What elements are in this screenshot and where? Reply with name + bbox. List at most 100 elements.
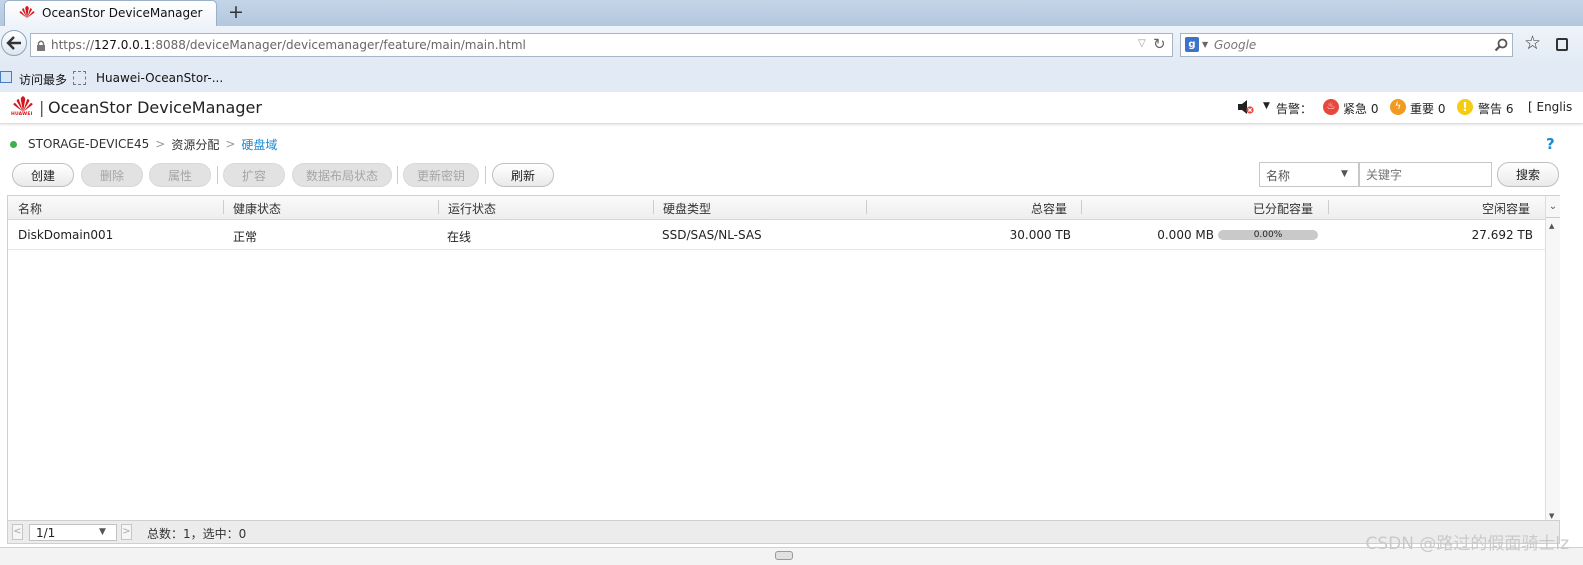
alarm-urgent[interactable]: 紧急 0 <box>1343 100 1378 117</box>
keyword-search-input[interactable] <box>1359 162 1492 187</box>
breadcrumb-chevron-icon: > <box>155 137 166 151</box>
filter-field-select[interactable]: 名称 ▼ <box>1259 162 1359 187</box>
new-tab-button[interactable]: + <box>228 1 244 23</box>
bookmarks-bar: 访问最多 Huawei-OceanStor-... <box>0 66 1583 93</box>
title-separator: | <box>39 98 45 117</box>
bookmarks-menu-icon[interactable] <box>1556 38 1568 51</box>
chevron-down-icon: ▼ <box>1341 169 1348 179</box>
column-chooser-icon[interactable]: ⌄ <box>1546 197 1560 218</box>
column-divider[interactable] <box>1081 200 1082 214</box>
huawei-flower-icon <box>13 96 33 112</box>
create-button[interactable]: 创建 <box>12 163 74 187</box>
column-health-status[interactable]: 健康状态 <box>233 200 281 217</box>
url-text: https://127.0.0.1:8088/deviceManager/dev… <box>51 38 526 52</box>
major-icon: ϟ <box>1390 99 1406 115</box>
update-key-button[interactable]: 更新密钥 <box>403 163 479 187</box>
page-select-value: 1/1 <box>36 526 56 540</box>
bookmark-most-visited[interactable]: 访问最多 <box>19 71 67 88</box>
warning-icon: ! <box>1457 99 1473 115</box>
toolbar-divider <box>485 166 486 184</box>
table-header: 名称 健康状态 运行状态 硬盘类型 总容量 已分配容量 空闲容量 <box>8 196 1545 220</box>
alarm-warning[interactable]: 警告 6 <box>1478 100 1513 117</box>
filter-field-value: 名称 <box>1266 169 1291 183</box>
help-icon[interactable]: ? <box>1546 135 1555 153</box>
url-dropdown-icon[interactable]: ▽ <box>1138 38 1146 49</box>
table-vertical-scrollbar[interactable]: ⌄ ▲ ▼ <box>1545 196 1560 525</box>
column-divider[interactable] <box>866 200 867 214</box>
page-bookmark-icon <box>73 71 86 85</box>
column-divider[interactable] <box>653 200 654 214</box>
toolbar-divider <box>397 166 398 184</box>
breadcrumb: STORAGE-DEVICE45 > 资源分配 > 硬盘域 <box>0 134 277 154</box>
table-row[interactable]: DiskDomain001 正常 在线 SSD/SAS/NL-SAS 30.00… <box>8 220 1545 250</box>
breadcrumb-resource-allocation[interactable]: 资源分配 <box>171 136 219 153</box>
scroll-down-icon[interactable]: ▼ <box>1549 512 1554 520</box>
app-title: OceanStor DeviceManager <box>48 98 262 117</box>
expand-button[interactable]: 扩容 <box>223 163 285 187</box>
address-bar[interactable]: https://127.0.0.1:8088/deviceManager/dev… <box>30 33 1173 57</box>
search-bar[interactable]: g ▼ Google <box>1180 33 1513 57</box>
tab-title: OceanStor DeviceManager <box>42 6 203 20</box>
url-prefix: https:// <box>51 38 95 52</box>
google-engine-icon[interactable]: g <box>1185 37 1199 52</box>
breadcrumb-device[interactable]: STORAGE-DEVICE45 <box>28 137 149 151</box>
properties-button[interactable]: 属性 <box>149 163 211 187</box>
allocated-progress-bar: 0.00% <box>1218 230 1318 240</box>
engine-dropdown-icon[interactable]: ▼ <box>1202 40 1208 49</box>
cell-allocated-capacity: 0.000 MB <box>1157 228 1214 242</box>
column-name[interactable]: 名称 <box>18 200 42 217</box>
delete-button[interactable]: 删除 <box>81 163 143 187</box>
cell-running-status: 在线 <box>447 230 472 244</box>
column-free-capacity[interactable]: 空闲容量 <box>1482 200 1530 217</box>
huawei-logo-text: HUAWEI <box>11 112 33 117</box>
back-arrow-icon <box>6 36 21 50</box>
chevron-down-icon: ▼ <box>99 527 106 537</box>
refresh-button[interactable]: 刷新 <box>492 163 554 187</box>
cell-name: DiskDomain001 <box>18 228 114 242</box>
breadcrumb-chevron-icon: > <box>225 137 236 151</box>
bottom-status-bar <box>0 547 1583 565</box>
data-layout-status-button[interactable]: 数据布局状态 <box>292 163 392 187</box>
row-count-summary: 总数：1，选中：0 <box>147 527 247 541</box>
search-icon[interactable] <box>1494 38 1508 52</box>
page-select[interactable]: 1/1 ▼ <box>29 524 117 541</box>
alarm-dropdown-icon[interactable]: ▼ <box>1263 101 1270 111</box>
alarm-major[interactable]: 重要 0 <box>1410 100 1445 117</box>
disk-domain-table: 名称 健康状态 运行状态 硬盘类型 总容量 已分配容量 空闲容量 DiskDom… <box>7 195 1560 526</box>
column-divider[interactable] <box>1328 200 1329 214</box>
most-visited-icon <box>0 71 12 83</box>
urgent-icon: ♨ <box>1323 99 1339 115</box>
browser-tab[interactable]: OceanStor DeviceManager <box>4 0 217 26</box>
column-divider[interactable] <box>223 200 224 214</box>
url-host: 127.0.0.1 <box>94 38 152 52</box>
search-button[interactable]: 搜索 <box>1497 162 1559 187</box>
breadcrumb-disk-domain: 硬盘域 <box>241 137 278 152</box>
language-switch[interactable]: [ Englis <box>1528 100 1572 114</box>
device-status-dot <box>10 140 17 148</box>
huawei-logo: HUAWEI <box>11 95 35 119</box>
browser-nav-bar: https://127.0.0.1:8088/deviceManager/dev… <box>0 26 1583 67</box>
column-disk-type[interactable]: 硬盘类型 <box>663 200 711 217</box>
bookmark-huawei-oceanstor[interactable]: Huawei-OceanStor-... <box>96 71 223 85</box>
huawei-logo-icon <box>18 5 36 22</box>
cell-total-capacity: 30.000 TB <box>1009 228 1071 242</box>
reload-icon[interactable]: ↻ <box>1153 35 1166 53</box>
alarm-label: 告警： <box>1276 102 1313 116</box>
watermark: CSDN @路过的假面骑士lz <box>1365 534 1569 554</box>
resize-handle-icon[interactable] <box>775 551 793 560</box>
column-divider[interactable] <box>438 200 439 214</box>
browser-tab-bar: OceanStor DeviceManager + <box>0 0 1583 26</box>
bookmark-star-icon[interactable]: ☆ <box>1524 32 1541 54</box>
lock-icon <box>37 40 45 51</box>
back-button[interactable] <box>1 30 27 56</box>
next-page-button[interactable]: > <box>121 524 132 540</box>
scroll-up-icon[interactable]: ▲ <box>1549 222 1554 230</box>
cell-free-capacity: 27.692 TB <box>1471 228 1533 242</box>
column-running-status[interactable]: 运行状态 <box>448 200 496 217</box>
cell-health-status: 正常 <box>233 230 258 244</box>
column-allocated-capacity[interactable]: 已分配容量 <box>1253 200 1313 217</box>
cell-disk-type: SSD/SAS/NL-SAS <box>662 228 762 242</box>
column-total-capacity[interactable]: 总容量 <box>1031 200 1067 217</box>
speaker-muted-icon[interactable] <box>1237 99 1255 115</box>
prev-page-button[interactable]: < <box>12 524 23 540</box>
